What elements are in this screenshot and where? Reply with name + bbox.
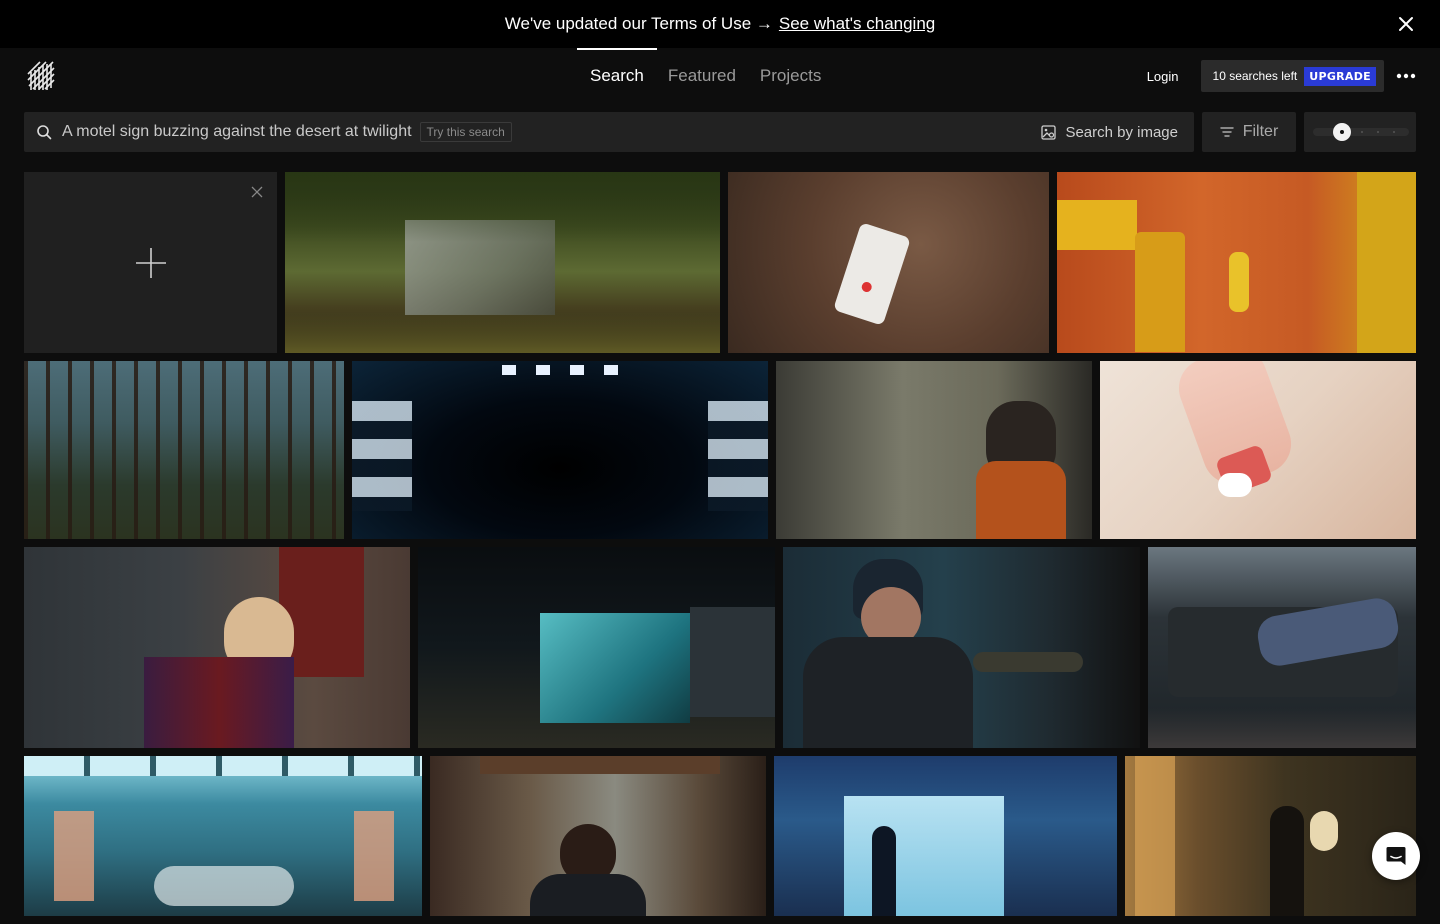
- result-thumbnail[interactable]: [285, 172, 720, 353]
- logo-icon[interactable]: [26, 60, 56, 92]
- result-thumbnail[interactable]: [418, 547, 775, 748]
- phone-shape: [833, 222, 911, 326]
- silhouette-shape: [872, 826, 896, 916]
- yellow-cabinet: [1057, 200, 1137, 250]
- result-thumbnail[interactable]: [1057, 172, 1416, 353]
- filter-label: Filter: [1242, 123, 1279, 140]
- lit-stall: [540, 613, 690, 723]
- account-area: Login 10 searches left UPGRADE: [1147, 60, 1416, 92]
- result-thumbnail[interactable]: [352, 361, 768, 539]
- tree-trunks: [24, 361, 344, 539]
- slider-handle[interactable]: [1332, 123, 1351, 141]
- result-thumbnail[interactable]: [24, 361, 344, 539]
- more-options-icon[interactable]: [1396, 66, 1416, 86]
- top-header: Search Featured Projects Login 10 search…: [0, 48, 1440, 104]
- gift-wrap: [144, 657, 294, 748]
- tab-featured[interactable]: Featured: [668, 48, 736, 104]
- window-left: [54, 811, 94, 901]
- result-thumbnail[interactable]: [774, 756, 1117, 916]
- banner-text: We've updated our Terms of Use →: [504, 14, 773, 33]
- slider-tick: [1377, 131, 1379, 133]
- slider-tick: [1361, 131, 1363, 133]
- suit-shape: [530, 874, 646, 916]
- mirror-shape: [1310, 811, 1338, 851]
- search-icon: [37, 125, 52, 140]
- main-nav: Search Featured Projects: [577, 48, 821, 104]
- right-lights: [708, 401, 768, 511]
- ceiling-lights: [502, 365, 622, 375]
- result-thumbnail[interactable]: [1148, 547, 1416, 748]
- tab-search-label: Search: [590, 66, 644, 85]
- chat-button[interactable]: [1372, 832, 1420, 880]
- upload-tile[interactable]: [24, 172, 277, 353]
- terms-banner: We've updated our Terms of Use → See wha…: [0, 0, 1440, 48]
- upgrade-button[interactable]: UPGRADE: [1304, 66, 1376, 86]
- filter-button[interactable]: Filter: [1202, 112, 1296, 152]
- window-right: [354, 811, 394, 901]
- searches-left-badge: 10 searches left UPGRADE: [1200, 60, 1384, 92]
- decline-icon: [860, 280, 874, 294]
- plate-shape: [973, 652, 1083, 672]
- curtain-shape: [1135, 756, 1175, 916]
- close-icon[interactable]: [251, 186, 263, 198]
- login-button[interactable]: Login: [1147, 69, 1179, 84]
- results-grid: [24, 172, 1416, 924]
- result-thumbnail[interactable]: [1100, 361, 1416, 539]
- grid-row: [24, 361, 1416, 539]
- figure-shape: [1229, 252, 1249, 312]
- cream-blob: [1218, 473, 1252, 497]
- tab-search[interactable]: Search: [577, 48, 657, 104]
- backdrop-shape: [844, 796, 1004, 916]
- chat-icon: [1386, 847, 1406, 865]
- thumbnail-size-slider[interactable]: [1304, 112, 1416, 152]
- search-bar[interactable]: A motel sign buzzing against the desert …: [24, 112, 1194, 152]
- shawl-shape: [976, 461, 1066, 539]
- search-by-image-label: Search by image: [1065, 123, 1178, 141]
- result-thumbnail[interactable]: [24, 756, 422, 916]
- searches-left-text: 10 searches left: [1212, 69, 1298, 83]
- slider-tick: [1393, 131, 1395, 133]
- filter-icon: [1220, 127, 1234, 137]
- ceiling-grid: [24, 756, 422, 776]
- grid-row: [24, 547, 1416, 748]
- image-search-icon: [1041, 124, 1057, 140]
- result-thumbnail[interactable]: [776, 361, 1092, 539]
- tab-projects-label: Projects: [759, 66, 822, 85]
- result-thumbnail[interactable]: [783, 547, 1140, 748]
- floor-shade: [1148, 708, 1416, 748]
- canopy-shade: [285, 172, 720, 242]
- truck-shape: [690, 607, 775, 717]
- ceiling-beam: [480, 756, 720, 774]
- search-input[interactable]: A motel sign buzzing against the desert …: [62, 123, 412, 141]
- try-this-search-button[interactable]: Try this search: [419, 122, 512, 142]
- apron-shape: [803, 637, 973, 748]
- close-icon[interactable]: [1394, 12, 1418, 36]
- search-by-image-button[interactable]: Search by image: [1041, 112, 1178, 152]
- result-thumbnail[interactable]: [430, 756, 766, 916]
- result-thumbnail[interactable]: [24, 547, 410, 748]
- tab-featured-label: Featured: [667, 66, 736, 85]
- grid-row: [24, 756, 1416, 916]
- yellow-wardrobe: [1357, 172, 1416, 353]
- result-thumbnail[interactable]: [1125, 756, 1416, 916]
- tab-projects[interactable]: Projects: [760, 48, 821, 104]
- left-lights: [352, 401, 412, 511]
- table-shape: [154, 866, 294, 906]
- banner-link[interactable]: See what's changing: [779, 14, 935, 34]
- result-thumbnail[interactable]: [728, 172, 1049, 353]
- ground-shade: [285, 313, 720, 353]
- yellow-fridge: [1135, 232, 1185, 352]
- grid-row: [24, 172, 1416, 353]
- plus-icon: [135, 247, 166, 278]
